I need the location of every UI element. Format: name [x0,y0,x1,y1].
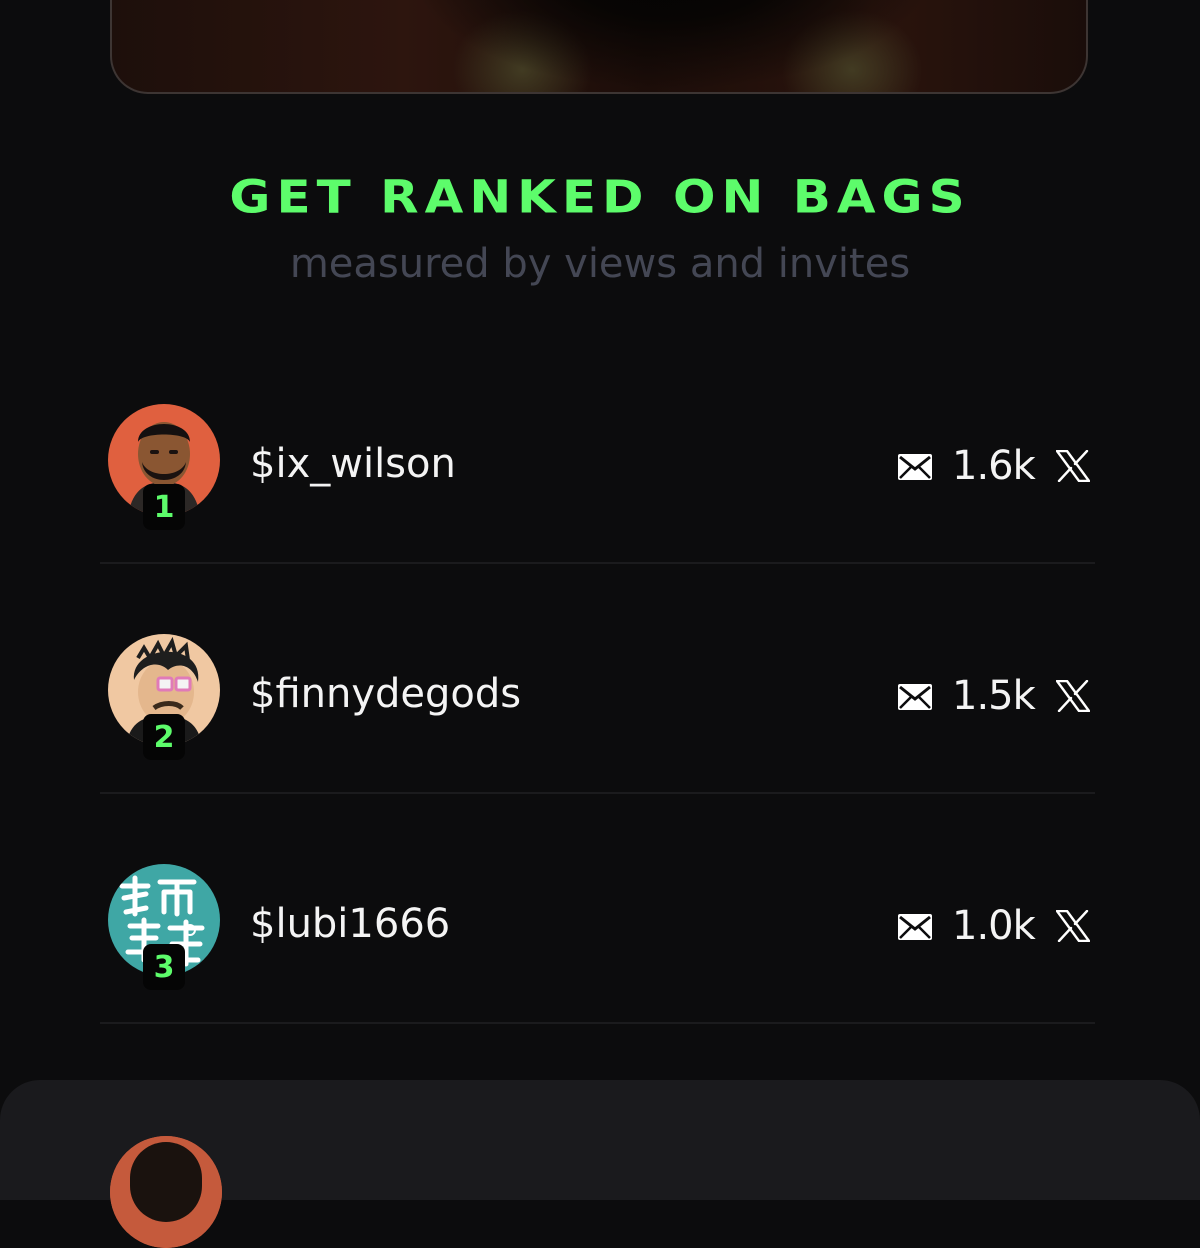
rank-badge: 3 [143,944,185,990]
current-user-panel[interactable] [0,1080,1200,1248]
row-divider [100,792,1095,794]
leaderboard-row[interactable]: 1 $ix_wilson 1.6k [108,404,1092,530]
row-divider [100,562,1095,564]
username[interactable]: $finnydegods [250,670,521,718]
x-logo-icon[interactable] [1056,450,1090,482]
mail-icon [898,914,932,940]
leaderboard-row[interactable]: 2 $finnydegods 1.5k [108,634,1092,760]
page-title: GET RANKED ON BAGS [229,170,971,224]
rank-badge: 2 [143,714,185,760]
mail-icon [898,684,932,710]
leaderboard-row[interactable]: 3 $lubi1666 1.0k [108,864,1092,990]
username[interactable]: $ix_wilson [250,440,456,488]
invite-count: 1.6k [952,443,1036,489]
page-subtitle: measured by views and invites [289,241,911,287]
avatar [110,1136,222,1248]
username[interactable]: $lubi1666 [250,900,450,948]
rank-badge: 1 [143,484,185,530]
hero-media-card[interactable] [110,0,1088,94]
invite-count: 1.5k [952,673,1036,719]
mail-icon [898,454,932,480]
invite-count: 1.0k [952,903,1036,949]
x-logo-icon[interactable] [1056,910,1090,942]
row-divider [100,1022,1095,1024]
x-logo-icon[interactable] [1056,680,1090,712]
